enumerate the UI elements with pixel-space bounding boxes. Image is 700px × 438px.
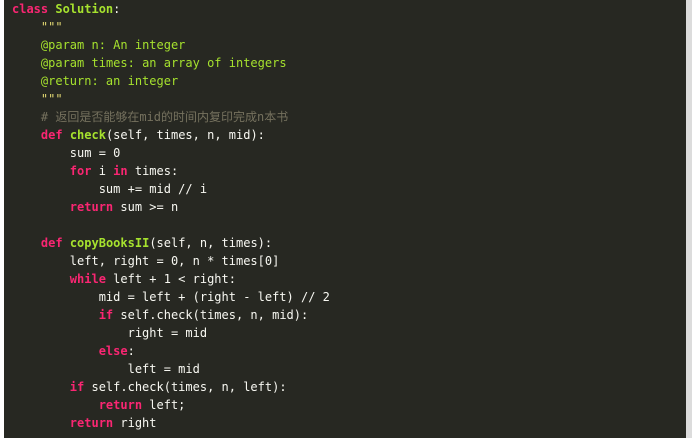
- code-token-txt: self.check(times, n, mid):: [113, 308, 309, 322]
- code-token-kw: return: [69, 416, 114, 430]
- code-line: left, right = 0, n * times[0]: [12, 252, 692, 270]
- code-line: @param times: an array of integers: [12, 54, 692, 72]
- code-line: return right: [12, 414, 692, 432]
- code-token-txt: i: [91, 164, 114, 178]
- code-token-doc: """: [12, 92, 63, 106]
- code-token-txt: sum = 0: [12, 146, 121, 160]
- code-line: else:: [12, 342, 692, 360]
- code-token-docparam: n: An integer: [84, 38, 186, 52]
- code-token-txt: :: [127, 344, 135, 358]
- code-token-kw: in: [113, 164, 128, 178]
- code-line: @return: an integer: [12, 72, 692, 90]
- code-token-kw: for: [69, 164, 92, 178]
- code-line: sum = 0: [12, 144, 692, 162]
- code-token-txt: sum += mid // i: [12, 182, 208, 196]
- code-line: def check(self, times, n, mid):: [12, 126, 692, 144]
- code-token-txt: self.check(times, n, left):: [84, 380, 287, 394]
- code-token-txt: :: [113, 2, 121, 16]
- code-token-kw: def: [40, 236, 63, 250]
- code-line: if self.check(times, n, left):: [12, 378, 692, 396]
- code-token-txt: sum >= n: [113, 200, 179, 214]
- code-token-txt: (self, times, n, mid):: [105, 128, 265, 142]
- code-token-kw: if: [98, 308, 114, 322]
- code-token-kw: if: [69, 380, 85, 394]
- code-block: class Solution: """ @param n: An integer…: [4, 0, 692, 438]
- code-line: if self.check(times, n, mid):: [12, 306, 692, 324]
- code-token-docparam: @param: [40, 56, 85, 70]
- code-token-fn: copyBooksII: [69, 236, 150, 250]
- code-token-txt: left;: [142, 398, 186, 412]
- code-token-docparam: times: an array of integers: [84, 56, 287, 70]
- code-token-txt: right: [113, 416, 157, 430]
- code-line: return sum >= n: [12, 198, 692, 216]
- code-line: sum += mid // i: [12, 180, 692, 198]
- code-token-docparam: @return: [40, 74, 92, 88]
- code-token-kw: class: [12, 2, 49, 16]
- code-token-kw: else: [98, 344, 128, 358]
- code-token-cls: Solution: [55, 2, 114, 16]
- code-line: """: [12, 90, 692, 108]
- code-token-txt: times:: [127, 164, 179, 178]
- code-line: right = mid: [12, 324, 692, 342]
- code-token-fn: check: [69, 128, 106, 142]
- code-token-txt: mid = left + (right - left) // 2: [12, 290, 330, 304]
- code-text: class Solution: """ @param n: An integer…: [12, 0, 692, 432]
- code-token-docparam: : an integer: [91, 74, 179, 88]
- code-line: @param n: An integer: [12, 36, 692, 54]
- code-token-kw: while: [69, 272, 106, 286]
- code-token-txt: left, right = 0, n * times[0]: [12, 254, 280, 268]
- code-token-txt: left + 1 < right:: [105, 272, 236, 286]
- code-line: class Solution:: [12, 0, 692, 18]
- code-token-kw: return: [98, 398, 143, 412]
- code-line: mid = left + (right - left) // 2: [12, 288, 692, 306]
- code-line: def copyBooksII(self, n, times):: [12, 234, 692, 252]
- code-token-docparam: @param: [40, 38, 85, 52]
- code-token-txt: right = mid: [12, 326, 208, 340]
- code-line: while left + 1 < right:: [12, 270, 692, 288]
- code-token-doc: """: [12, 20, 63, 34]
- vertical-scrollbar[interactable]: [686, 0, 692, 438]
- code-line: return left;: [12, 396, 692, 414]
- code-token-txt: (self, n, times):: [149, 236, 273, 250]
- code-line: # 返回是否能够在mid的时间内复印完成n本书: [12, 108, 692, 126]
- code-line: left = mid: [12, 360, 692, 378]
- code-line: """: [12, 18, 692, 36]
- code-token-kw: def: [40, 128, 63, 142]
- code-line: for i in times:: [12, 162, 692, 180]
- code-token-kw: return: [69, 200, 114, 214]
- code-token-txt: left = mid: [12, 362, 200, 376]
- code-token-comment: # 返回是否能够在mid的时间内复印完成n本书: [12, 110, 289, 124]
